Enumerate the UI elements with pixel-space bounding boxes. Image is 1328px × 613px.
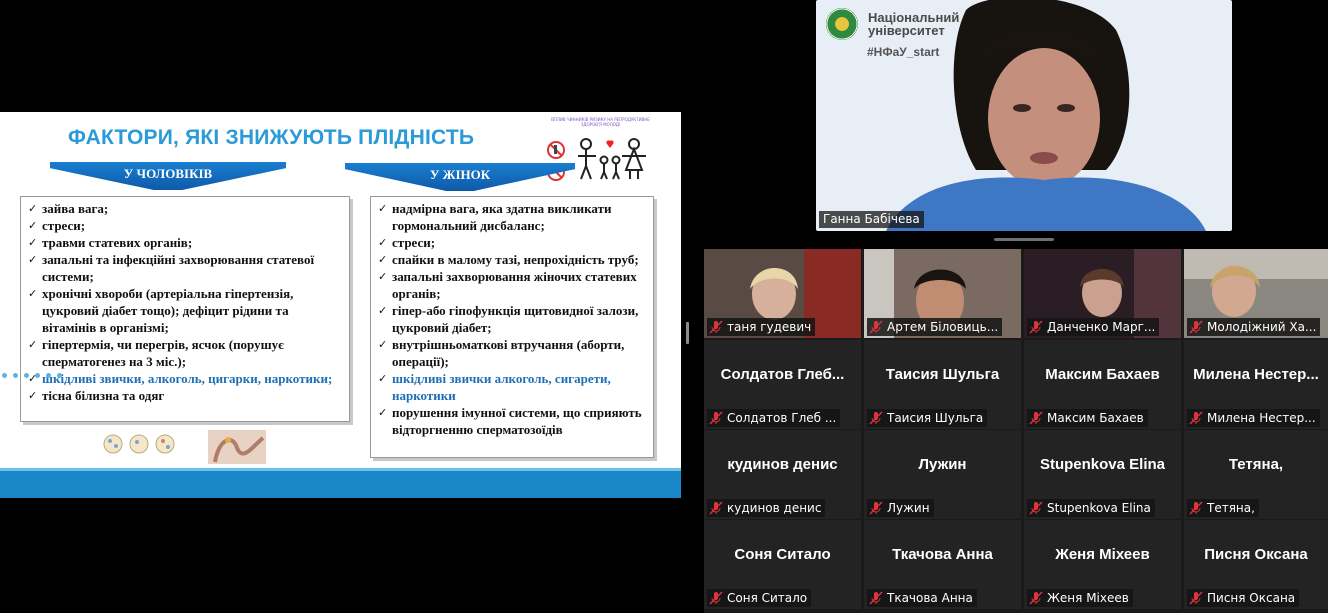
participant-tile[interactable]: Писня Оксана Писня Оксана [1184, 520, 1328, 609]
mic-muted-icon [1029, 501, 1043, 515]
participant-tile[interactable]: Ткачова Анна Ткачова Анна [864, 520, 1021, 609]
participant-tile[interactable]: Максим Бахаев Максим Бахаев [1024, 340, 1181, 429]
women-factor-item: ✓ внутрішньоматкові втручання (аборти, оп… [378, 337, 625, 369]
check-icon: ✓ [28, 287, 38, 300]
check-icon: ✓ [28, 389, 38, 402]
participant-tile[interactable]: Соня Ситало Соня Ситало [704, 520, 861, 609]
slide-title: ФАКТОРИ, ЯКІ ЗНИЖУЮТЬ ПЛІДНІСТЬ [68, 126, 475, 149]
mic-muted-icon [869, 501, 883, 515]
men-factors-list: ✓ зайва вага; ✓ стреси; ✓ травми статевих о… [20, 196, 350, 422]
women-factor-item: ✓ шкідливі звички алкоголь, сигарети, нар… [378, 371, 611, 403]
check-icon: ✓ [378, 304, 388, 317]
speaker-name-tag: Ганна Бабічева [819, 211, 924, 228]
participant-display-name: Максим Бахаев [1045, 366, 1160, 383]
participant-display-name: Тетяна, [1228, 456, 1284, 473]
participant-tile[interactable]: Тетяна, Тетяна, [1184, 430, 1328, 519]
participant-gallery: таня гудевич Артем Біловиць... Данченко … [704, 249, 1328, 613]
men-factor-item: ✓ гіпертермія, чи перегрів, ясчок (порушу… [28, 337, 284, 369]
mic-muted-icon [1029, 320, 1043, 334]
mic-muted-icon [1189, 320, 1203, 334]
men-factor-item: ✓ стреси; [28, 218, 86, 233]
participant-display-name: Лужин [918, 456, 967, 473]
women-factor-item: ✓ стреси; [378, 235, 436, 250]
men-factor-item: ✓ запальні та інфекційні захворювання ста… [28, 252, 315, 284]
check-icon: ✓ [28, 236, 38, 249]
shared-presentation[interactable]: ФАКТОРИ, ЯКІ ЗНИЖУЮТЬ ПЛІДНІСТЬ ВПЛИВ ЧИ… [0, 112, 681, 498]
zoom-out-icon[interactable] [46, 373, 51, 378]
participant-display-name: Солдатов Глеб... [720, 366, 845, 383]
men-factor-item: ✓ шкідливі звички, алкоголь, цигарки, нар… [28, 371, 333, 386]
mic-muted-icon [1029, 591, 1043, 605]
participant-tile[interactable]: Милена Нестер... Милена Нестер... [1184, 340, 1328, 429]
split-resize-handle[interactable] [686, 322, 689, 344]
participant-display-name: Соня Ситало [734, 546, 831, 563]
mic-muted-icon [869, 411, 883, 425]
women-factor-item: ✓ гіпер-або гіпофункція щитовидної залози… [378, 303, 639, 335]
check-icon: ✓ [378, 236, 388, 249]
participant-display-name: Таисия Шульга [885, 366, 1000, 383]
slide-controls[interactable] [0, 373, 62, 378]
gallery-drag-handle[interactable] [994, 238, 1054, 241]
participant-tile[interactable]: Солдатов Глеб... Солдатов Глеб ... [704, 340, 861, 429]
women-factor-item: ✓ порушення імунної системи, що сприяють … [378, 405, 642, 437]
speaker-person-image [886, 0, 1206, 231]
check-icon: ✓ [378, 372, 388, 385]
participant-display-name: Милена Нестер... [1193, 366, 1319, 383]
active-speaker-video[interactable]: Національний фа університет #НФаУ_start … [816, 0, 1232, 231]
slide-illustrations-icon [103, 430, 266, 464]
pen-icon[interactable] [24, 373, 29, 378]
family-illustration-icon [547, 138, 646, 181]
participant-tile[interactable]: Лужин Лужин [864, 430, 1021, 519]
next-slide-icon[interactable] [13, 373, 18, 378]
women-factor-item: ✓ спайки в малому тазі, непрохідність тру… [378, 252, 639, 267]
more-icon[interactable] [57, 373, 62, 378]
men-factor-item: ✓ зайва вага; [28, 201, 109, 216]
mic-muted-icon [1029, 411, 1043, 425]
participant-display-name: Stupenkova Elina [1039, 456, 1166, 473]
participant-tile[interactable]: Таисия Шульга Таисия Шульга [864, 340, 1021, 429]
participant-display-name: Ткачова Анна [892, 546, 993, 563]
participant-display-name: Женя Міхеев [1055, 546, 1150, 563]
participant-tile[interactable]: Stupenkova Elina Stupenkova Elina [1024, 430, 1181, 519]
check-icon: ✓ [28, 202, 38, 215]
check-icon: ✓ [378, 253, 388, 266]
men-factor-item: ✓ тісна білизна та одяг [28, 388, 165, 403]
mic-muted-icon [709, 591, 723, 605]
slide-note: ВПЛИВ ЧИННИКІВ РИЗИКУ НА РЕПРОДУКТИВНЕ З… [551, 117, 650, 127]
participant-tile[interactable]: Артем Біловиць... [864, 249, 1021, 338]
mic-muted-icon [869, 591, 883, 605]
participant-display-name: Писня Оксана [1204, 546, 1308, 563]
mic-muted-icon [869, 320, 883, 334]
prev-slide-icon[interactable] [2, 373, 7, 378]
men-factor-item: ✓ травми статевих органів; [28, 235, 193, 250]
mic-muted-icon [1189, 411, 1203, 425]
participant-tile[interactable]: Молодіжний Ха... [1184, 249, 1328, 338]
participant-tile[interactable]: Данченко Марг... [1024, 249, 1181, 338]
women-factor-item: ✓ надмірна вага, яка здатна викликати гор… [378, 201, 612, 233]
check-icon: ✓ [28, 253, 38, 266]
men-header-arrow: У ЧОЛОВІКІВ [50, 162, 286, 190]
check-icon: ✓ [378, 202, 388, 215]
participant-tile[interactable]: таня гудевич [704, 249, 861, 338]
women-factor-item: ✓ запальні захворювання жіночих статевих … [378, 269, 637, 301]
mic-muted-icon [709, 411, 723, 425]
check-icon: ✓ [28, 219, 38, 232]
mic-muted-icon [1189, 501, 1203, 515]
check-icon: ✓ [378, 338, 388, 351]
mic-muted-icon [709, 320, 723, 334]
check-icon: ✓ [28, 338, 38, 351]
men-factor-item: ✓ хронічні хвороби (артеріальна гіпертенз… [28, 286, 294, 335]
mic-muted-icon [709, 501, 723, 515]
mic-muted-icon [1189, 591, 1203, 605]
check-icon: ✓ [378, 270, 388, 283]
participant-tile[interactable]: кудинов денис кудинов денис [704, 430, 861, 519]
slide-footer-bar [0, 468, 681, 498]
women-factors-list: ✓ надмірна вага, яка здатна викликати гор… [370, 196, 654, 458]
check-icon: ✓ [378, 406, 388, 419]
zoom-icon[interactable] [35, 373, 40, 378]
women-header-arrow: У ЖІНОК [345, 163, 575, 191]
participant-display-name: кудинов денис [727, 456, 838, 473]
participant-tile[interactable]: Женя Міхеев Женя Міхеев [1024, 520, 1181, 609]
